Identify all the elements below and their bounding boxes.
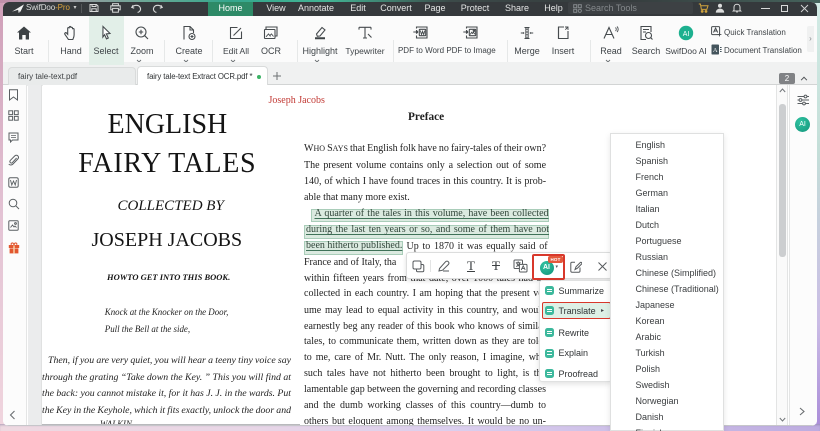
svg-text:A: A <box>713 47 718 54</box>
svg-text:AI: AI <box>683 31 690 38</box>
